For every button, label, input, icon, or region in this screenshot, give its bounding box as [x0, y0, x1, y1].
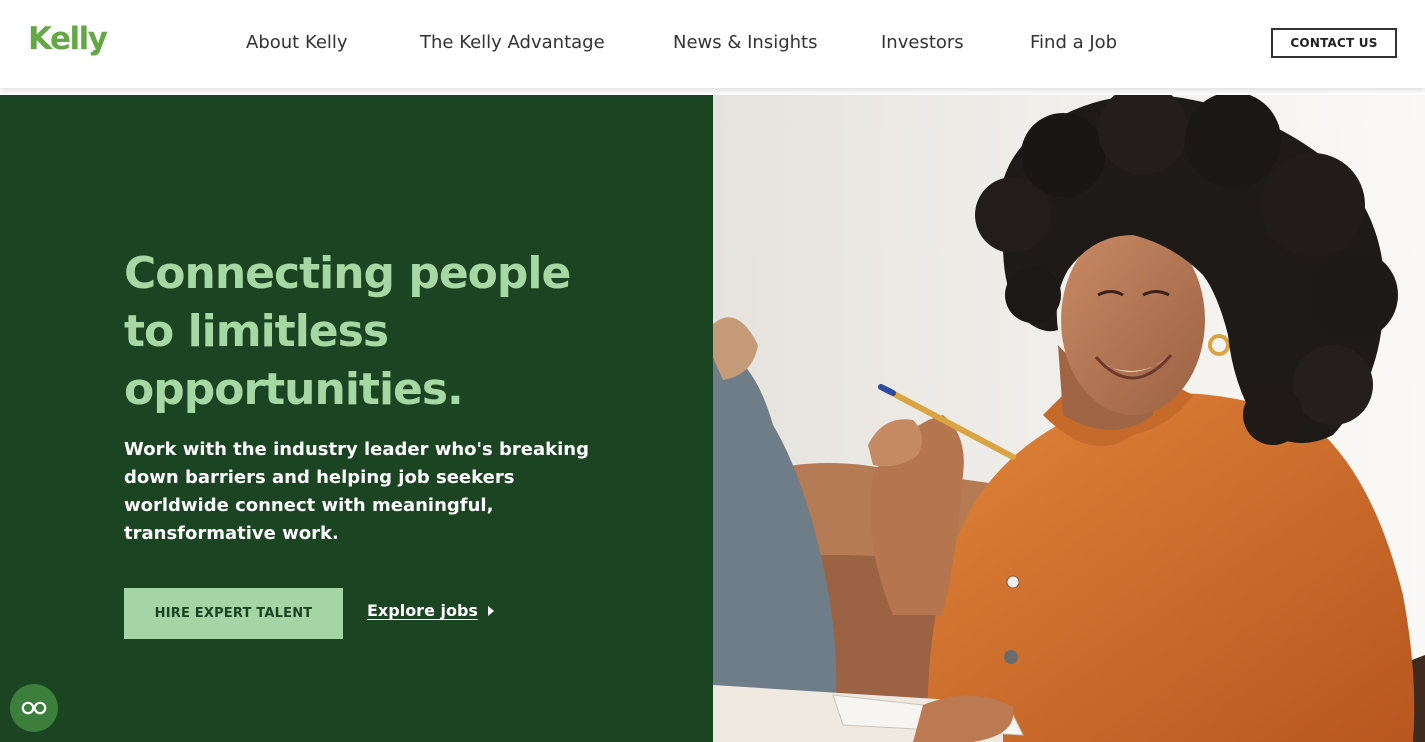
hero-photo [713, 95, 1425, 742]
caret-right-icon [487, 605, 494, 616]
logo-trademark-dot [93, 50, 96, 53]
nav-about-kelly[interactable]: About Kelly [246, 32, 348, 53]
nav-find-a-job[interactable]: Find a Job [1030, 32, 1117, 53]
smiling-woman-illustration [713, 95, 1425, 742]
explore-jobs-link[interactable]: Explore jobs [367, 601, 494, 620]
accessibility-button[interactable] [10, 684, 58, 732]
hero-subtext: Work with the industry leader who's brea… [124, 439, 589, 544]
nav-kelly-advantage[interactable]: The Kelly Advantage [420, 32, 605, 53]
nav-investors[interactable]: Investors [881, 32, 964, 53]
hire-expert-talent-button[interactable]: HIRE EXPERT TALENT [124, 588, 343, 639]
site-header: Kelly About Kelly The Kelly Advantage Ne… [0, 0, 1425, 88]
contact-us-button[interactable]: CONTACT US [1271, 28, 1397, 58]
hero-headline: Connecting people to limitless opportuni… [124, 248, 571, 415]
accessibility-glasses-icon [21, 701, 47, 715]
nav-news-insights[interactable]: News & Insights [673, 32, 817, 53]
explore-jobs-label: Explore jobs [367, 601, 478, 620]
